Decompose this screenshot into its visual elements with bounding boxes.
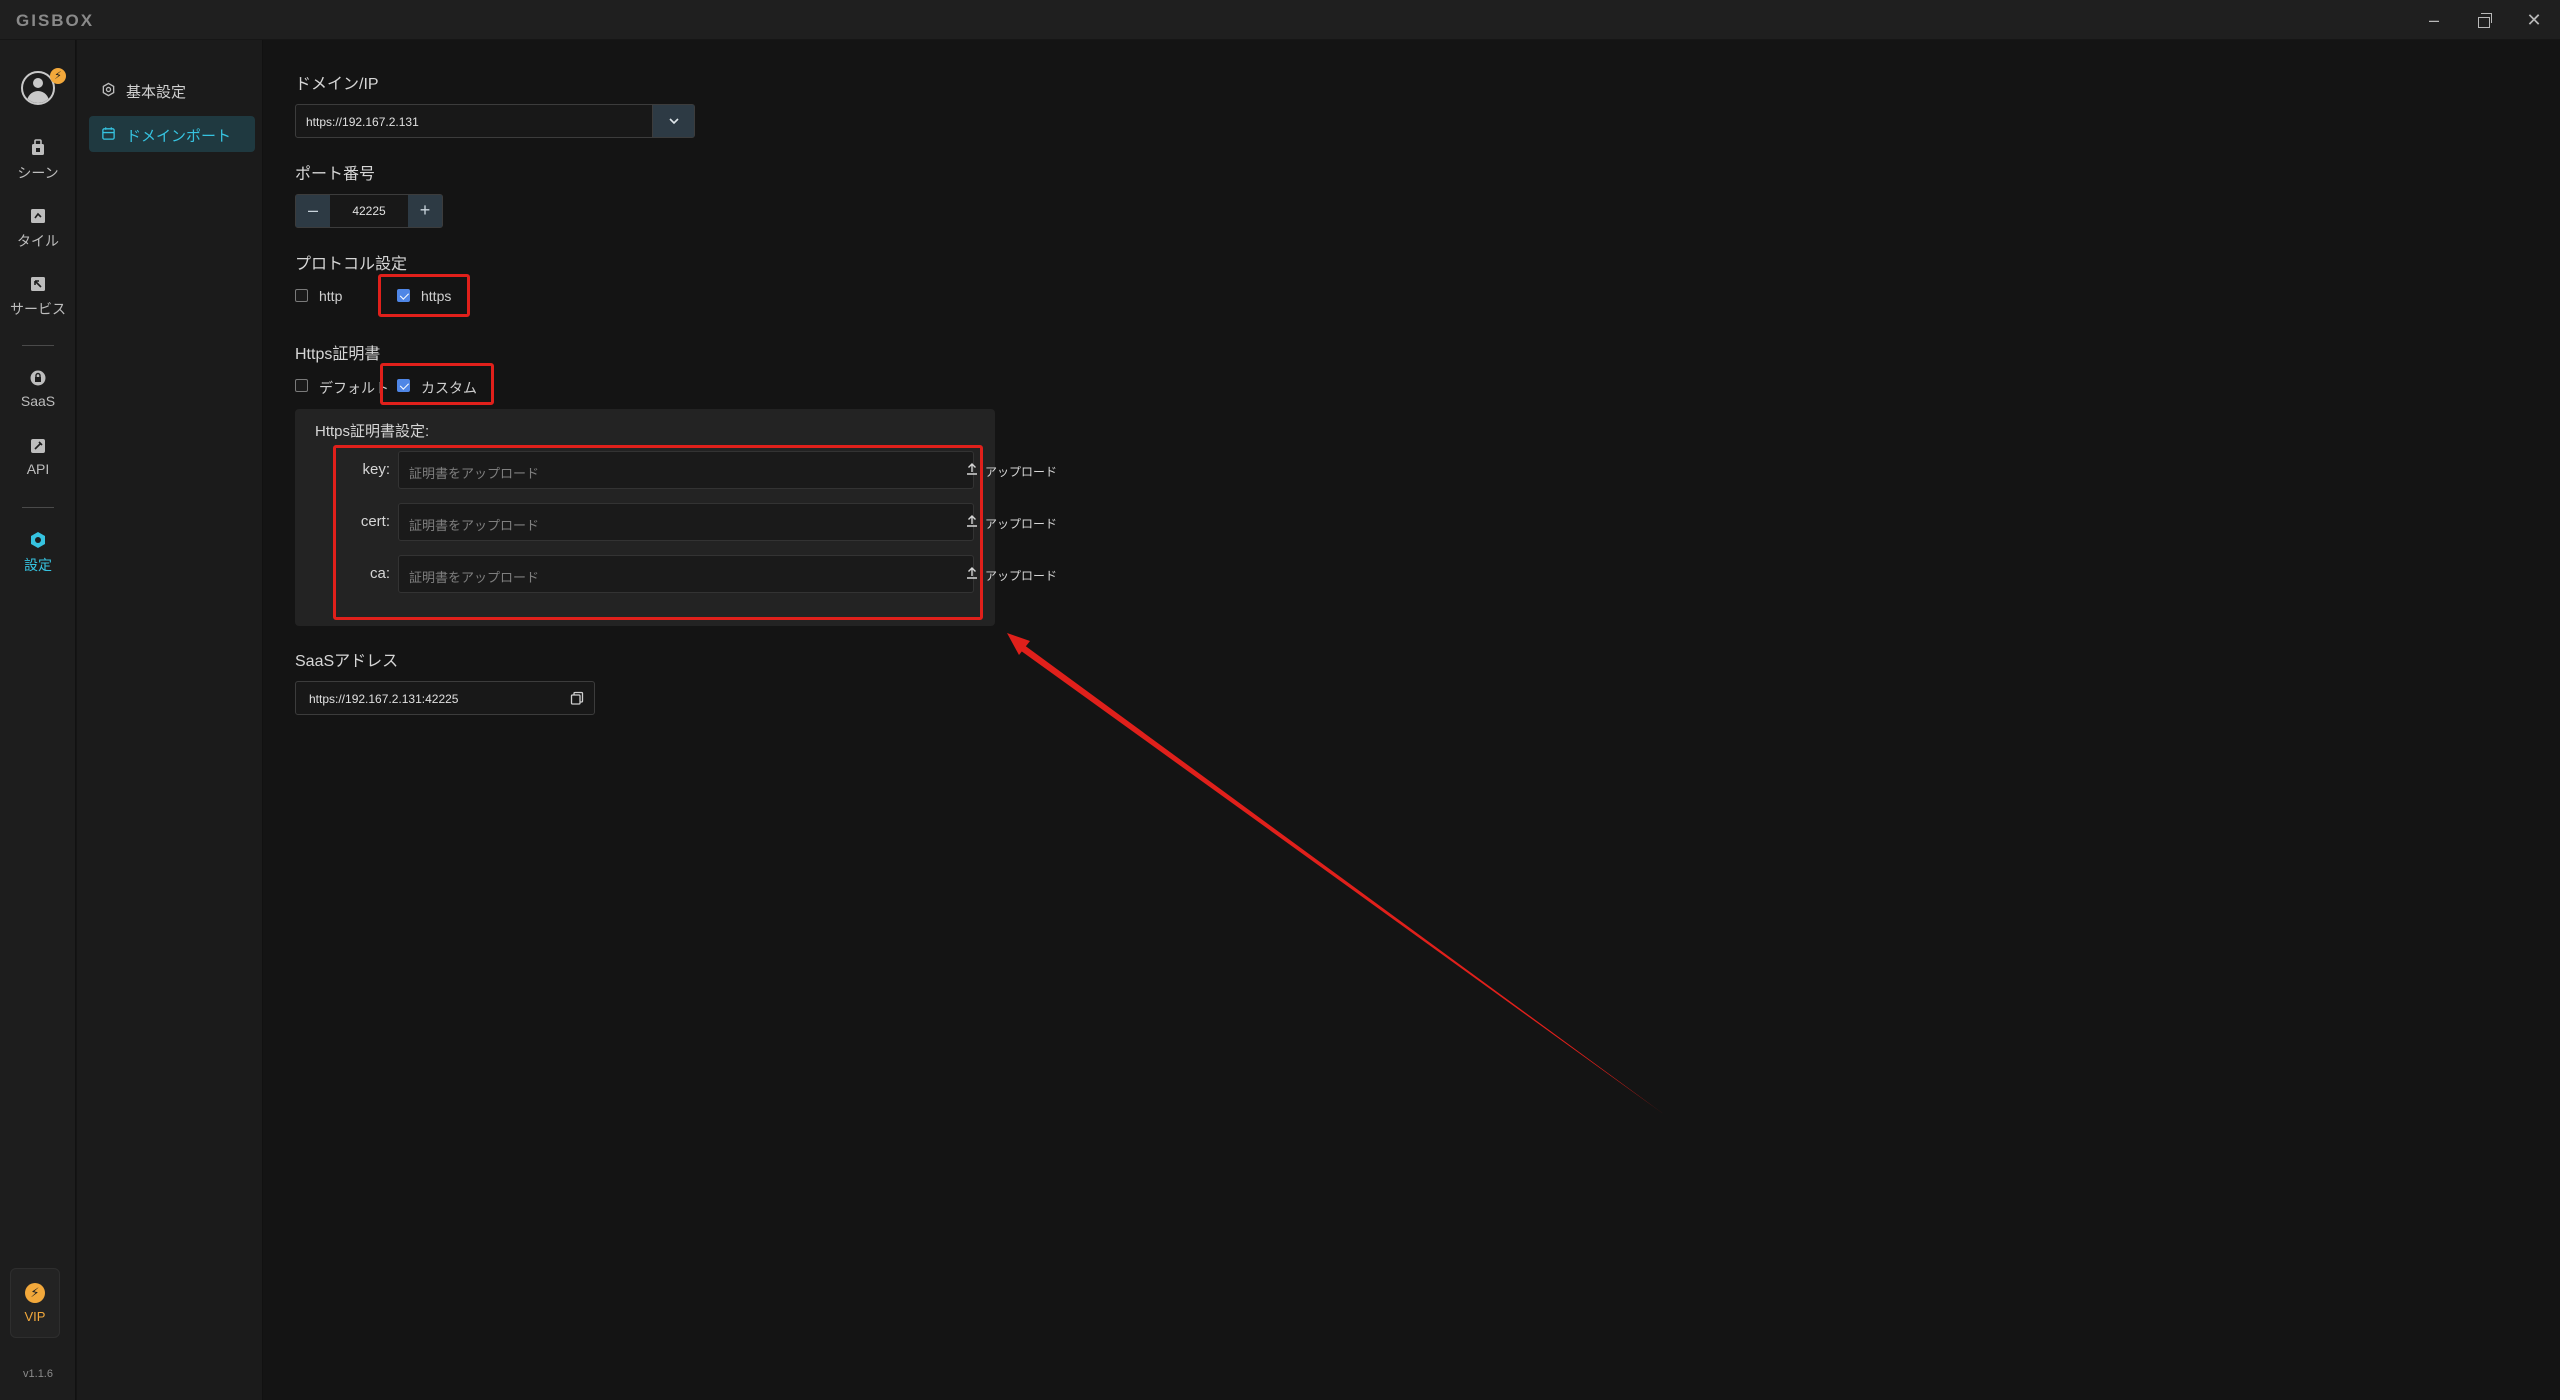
title-bar: GISBOX – ✕ [0,0,2560,40]
rail-item-label: 設定 [24,557,52,573]
vip-label: VIP [24,1309,46,1324]
protocol-section-title: プロトコル設定 [295,256,408,273]
rail-item-label: API [26,461,50,477]
app-logo: GISBOX [16,11,95,30]
rail-item-api[interactable]: API [0,436,76,477]
rail-item-settings[interactable]: 設定 [0,530,76,575]
rail-item-scene[interactable]: シーン [0,138,76,183]
port-decrement-button[interactable]: – [296,195,330,227]
upload-button-label: アップロード [985,465,1058,479]
settings-subnav: 基本設定 ドメインポート [77,40,263,1400]
chevron-down-icon [668,118,679,125]
upload-button-label: アップロード [985,517,1058,531]
gear-icon [102,82,115,97]
domain-select[interactable]: https://192.167.2.131 [295,104,695,138]
avatar-body [27,91,49,103]
annotation-arrow-head [1007,633,1030,655]
saas-address-field[interactable]: https://192.167.2.131:42225 [295,681,595,715]
restore-button[interactable] [2464,6,2504,34]
vip-button[interactable]: ⚡ VIP [10,1268,60,1338]
subnav-item-domain-port[interactable]: ドメインポート [89,116,255,152]
rail-item-label: シーン [17,165,59,181]
domain-dropdown-button[interactable] [652,105,694,137]
main-navigation-rail: ⚡ シーン タイル サービス SaaS API 設定 ⚡ VIP v1.1.6 [0,40,76,1400]
annotation-arrow-shaft [1017,642,1665,1115]
avatar-head [33,78,43,88]
rail-item-label: タイル [17,233,59,249]
https-cert-section-title: Https証明書 [295,346,381,363]
port-section-title: ポート番号 [295,166,376,183]
port-increment-button[interactable]: + [408,195,442,227]
checkbox-box [295,289,308,302]
subnav-item-basic-settings[interactable]: 基本設定 [89,72,255,108]
settings-icon [31,532,45,548]
annotation-box-custom [380,363,494,405]
rail-item-label: SaaS [20,393,56,409]
saas-icon [30,370,46,386]
rail-item-tile[interactable]: タイル [0,206,76,251]
checkbox-box [295,379,308,392]
api-icon [31,439,45,453]
calendar-icon [102,127,115,140]
app-version: v1.1.6 [23,1368,53,1380]
restore-icon [2478,13,2492,28]
upload-button-label: アップロード [985,569,1058,583]
annotation-box-cert-fields [333,445,983,620]
port-stepper[interactable]: – 42225 + [295,194,443,228]
domain-section-title: ドメイン/IP [295,76,379,93]
cert-settings-title: Https証明書設定: [315,423,430,440]
rail-divider [22,507,54,508]
service-icon [31,277,45,291]
rail-item-service[interactable]: サービス [0,274,76,319]
scene-icon [32,139,44,155]
saas-section-title: SaaSアドレス [295,653,399,670]
checkbox-label: デフォルト [319,380,389,396]
rail-item-saas[interactable]: SaaS [0,368,76,409]
port-value[interactable]: 42225 [330,195,408,227]
rail-item-label: サービス [10,301,66,317]
minimize-button[interactable]: – [2414,6,2454,34]
lightning-badge-icon: ⚡ [50,68,66,84]
domain-value: https://192.167.2.131 [306,115,419,129]
saas-address-value: https://192.167.2.131:42225 [309,692,459,706]
rail-divider [22,345,54,346]
subnav-item-label: 基本設定 [126,84,187,101]
close-button[interactable]: ✕ [2514,6,2554,34]
tile-icon [31,209,45,223]
lightning-icon: ⚡ [25,1283,45,1303]
checkbox-label: http [319,288,343,304]
copy-icon[interactable] [570,691,584,705]
annotation-box-https [378,274,470,317]
subnav-item-label: ドメインポート [126,128,232,145]
